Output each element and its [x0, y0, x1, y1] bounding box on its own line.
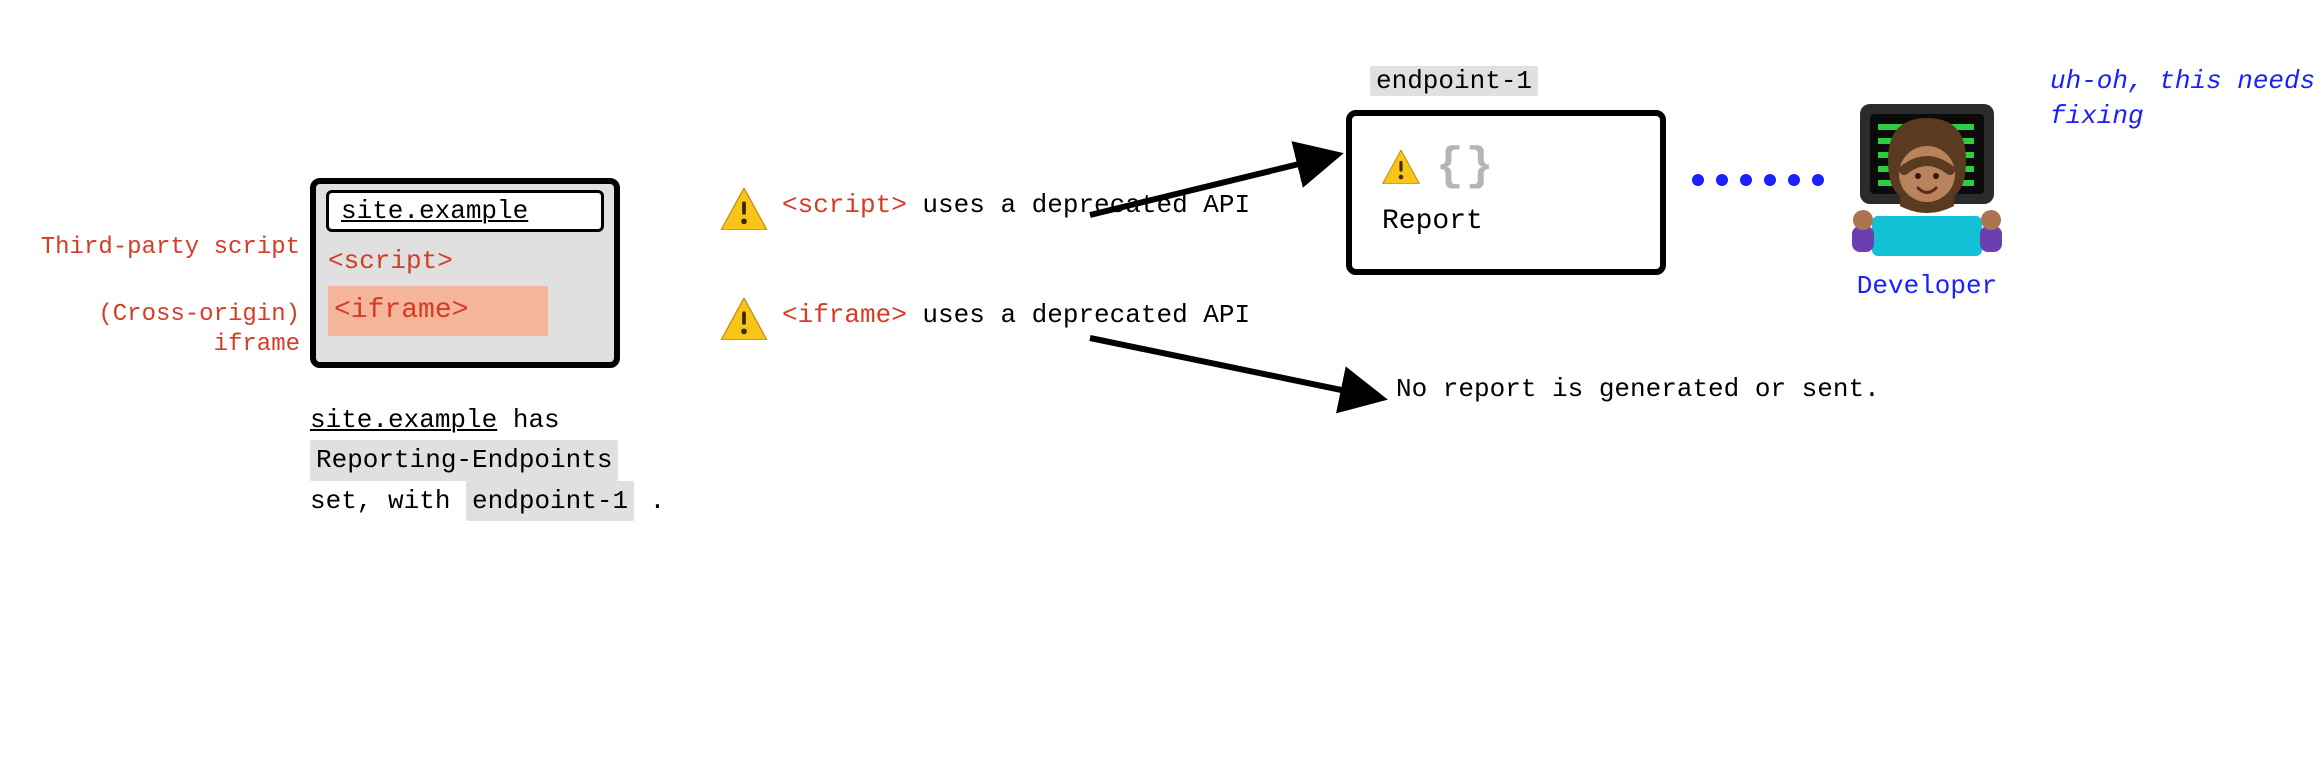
endpoint-report-row: {}	[1382, 144, 1495, 190]
no-report-text: No report is generated or sent.	[1396, 370, 1880, 409]
dotted-connector	[1692, 174, 1824, 186]
developer-avatar-icon	[1832, 96, 2022, 261]
endpoint-window: {} Report	[1346, 110, 1666, 275]
developer: Developer	[1822, 96, 2032, 301]
endpoint-report-label: Report	[1382, 206, 1483, 237]
developer-thought: uh-oh, this needs fixing	[2050, 64, 2324, 134]
braces-icon: {}	[1436, 144, 1495, 190]
endpoint-name: endpoint-1	[1370, 66, 1538, 96]
endpoint-name-text: endpoint-1	[1370, 66, 1538, 96]
warning-icon	[1382, 150, 1420, 184]
diagram-canvas: site.example <script> <iframe> Third-par…	[0, 0, 2324, 762]
developer-label: Developer	[1822, 271, 2032, 301]
